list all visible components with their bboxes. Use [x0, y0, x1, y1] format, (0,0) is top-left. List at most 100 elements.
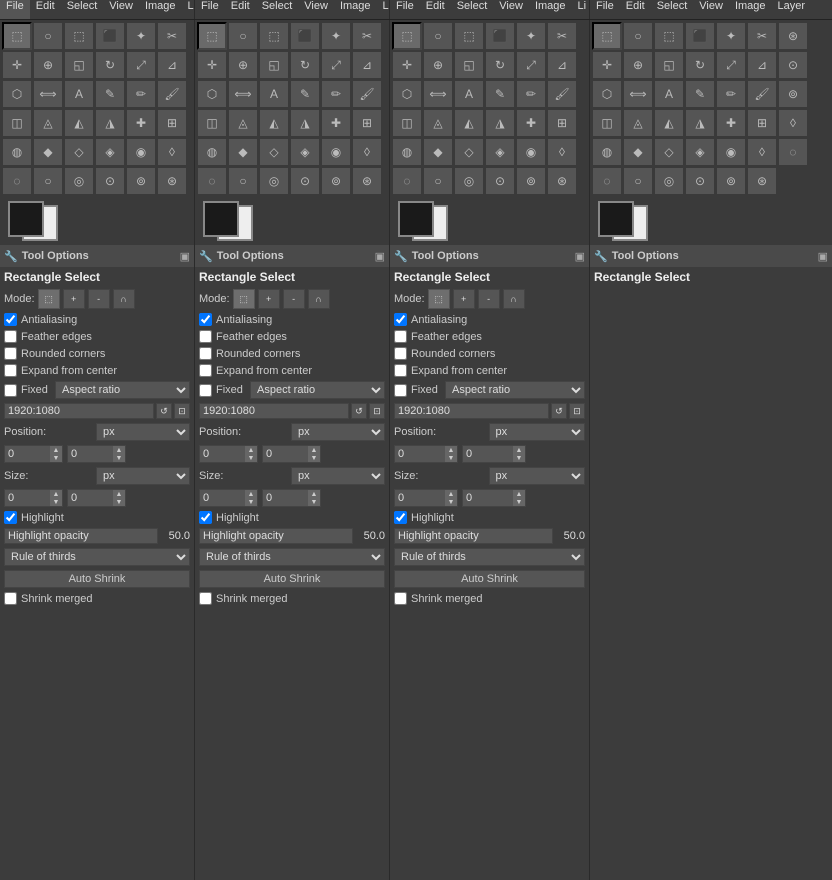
tool2-scissors[interactable]: ✂	[352, 22, 382, 50]
feather-check-3[interactable]	[394, 330, 407, 343]
tool3-sharpen[interactable]: ◆	[423, 138, 453, 166]
tool4-rect-select[interactable]: ⬚	[592, 22, 622, 50]
tool3-pencil2[interactable]: ◎	[454, 167, 484, 195]
size3-y-down[interactable]: ▼	[513, 498, 525, 506]
tool4-paint[interactable]: 🖌	[747, 80, 777, 108]
guide-select-3[interactable]: Rule of thirds	[394, 548, 585, 566]
shrink-merged-check-3[interactable]	[394, 592, 407, 605]
tool2-color[interactable]: ✦	[321, 22, 351, 50]
guide-select-1[interactable]: Rule of thirds	[4, 548, 190, 566]
auto-shrink-btn-2[interactable]: Auto Shrink	[199, 570, 385, 588]
mode3-replace[interactable]: ⬚	[428, 289, 450, 309]
tool-pencil2[interactable]: ◎	[64, 167, 94, 195]
tool4-persp-clone[interactable]: ⊞	[747, 109, 777, 137]
menu-image-4[interactable]: Image	[729, 0, 772, 19]
tool3-picker[interactable]: ⊚	[516, 167, 546, 195]
tool2-flip[interactable]: ⟺	[228, 80, 258, 108]
tool-free-select[interactable]: ⬚	[64, 22, 94, 50]
tool-rect-select[interactable]: ⬚	[2, 22, 32, 50]
tool4-extra3[interactable]: ⊚	[778, 80, 808, 108]
tool2-text[interactable]: A	[259, 80, 289, 108]
tool2-align[interactable]: ⊕	[228, 51, 258, 79]
size3-y-up[interactable]: ▲	[513, 490, 525, 498]
tool2-bucket[interactable]: ◌	[197, 167, 227, 195]
auto-shrink-btn-3[interactable]: Auto Shrink	[394, 570, 585, 588]
tool2-free[interactable]: ⬚	[259, 22, 289, 50]
pos3-y-down[interactable]: ▼	[513, 454, 525, 462]
menu-edit-3[interactable]: Edit	[420, 0, 451, 19]
tool4-free[interactable]: ⬚	[654, 22, 684, 50]
tool2-measure[interactable]: ⊙	[290, 167, 320, 195]
wh-input-2[interactable]	[199, 403, 349, 419]
tool4-zoom[interactable]: ⊛	[747, 167, 777, 195]
tool-select-by-color[interactable]: ✦	[126, 22, 156, 50]
tool4-ellipse[interactable]: ○	[623, 22, 653, 50]
fg-color-3[interactable]	[398, 201, 434, 237]
feather-check-1[interactable]	[4, 330, 17, 343]
tool4-text[interactable]: A	[654, 80, 684, 108]
aspect-select-3[interactable]: Aspect ratio	[445, 381, 585, 399]
size-x-up-1[interactable]: ▲	[50, 490, 62, 498]
fg-color-4[interactable]	[598, 201, 634, 237]
tool4-scale[interactable]: ⤢	[716, 51, 746, 79]
pos2-y-up[interactable]: ▲	[308, 446, 320, 454]
tool3-crop[interactable]: ◱	[454, 51, 484, 79]
tool3-smudge[interactable]: ◇	[454, 138, 484, 166]
pos-y-input-2[interactable]	[263, 447, 308, 461]
tool2-airbrush[interactable]: ◬	[228, 109, 258, 137]
menu-image-1[interactable]: Image	[139, 0, 182, 19]
tool2-paint[interactable]: 🖌	[352, 80, 382, 108]
tool-bucket[interactable]: ◌	[2, 167, 32, 195]
antialiasing-check-1[interactable]	[4, 313, 17, 326]
size2-x-down[interactable]: ▼	[245, 498, 257, 506]
tool4-path[interactable]: ✎	[685, 80, 715, 108]
pos-x-input-2[interactable]	[200, 447, 245, 461]
size3-x-down[interactable]: ▼	[445, 498, 457, 506]
tool4-extra2[interactable]: ⊙	[778, 51, 808, 79]
size-y-up-1[interactable]: ▲	[113, 490, 125, 498]
menu-edit-4[interactable]: Edit	[620, 0, 651, 19]
tool4-rotate[interactable]: ↻	[685, 51, 715, 79]
menu-view-3[interactable]: View	[493, 0, 529, 19]
tool-rotate[interactable]: ↻	[95, 51, 125, 79]
wh-input-3[interactable]	[394, 403, 549, 419]
tool-shear[interactable]: ⊿	[157, 51, 187, 79]
size-x-input-1[interactable]	[5, 491, 50, 505]
pos2-x-up[interactable]: ▲	[245, 446, 257, 454]
tool2-clone[interactable]: ◮	[290, 109, 320, 137]
tool-options-close-4[interactable]: ▣	[818, 250, 828, 263]
tool-burn[interactable]: ◉	[126, 138, 156, 166]
size-px-select-1[interactable]: px	[96, 467, 190, 485]
wh-copy-2[interactable]: ⊡	[369, 403, 385, 419]
tool2-fuzzy[interactable]: ⬛	[290, 22, 320, 50]
menu-layer-4[interactable]: Layer	[772, 0, 812, 19]
menu-edit-2[interactable]: Edit	[225, 0, 256, 19]
size2-x-up[interactable]: ▲	[245, 490, 257, 498]
tool4-measure[interactable]: ⊙	[685, 167, 715, 195]
mode2-int[interactable]: ∩	[308, 289, 330, 309]
menu-file-1[interactable]: File	[0, 0, 30, 19]
tool-blur[interactable]: ◍	[2, 138, 32, 166]
fixed-check-2[interactable]	[199, 384, 212, 397]
menu-view-1[interactable]: View	[103, 0, 139, 19]
tool3-dodge[interactable]: ◈	[485, 138, 515, 166]
tool2-rect-select[interactable]: ⬚	[197, 22, 227, 50]
size3-x-up[interactable]: ▲	[445, 490, 457, 498]
tool4-airbrush[interactable]: ◬	[623, 109, 653, 137]
tool4-desat[interactable]: ◊	[747, 138, 777, 166]
tool2-picker[interactable]: ⊚	[321, 167, 351, 195]
mode-add-1[interactable]: +	[63, 289, 85, 309]
tool3-heal[interactable]: ✚	[516, 109, 546, 137]
tool4-blend[interactable]: ○	[623, 167, 653, 195]
tool4-color[interactable]: ✦	[716, 22, 746, 50]
tool4-eraser[interactable]: ◫	[592, 109, 622, 137]
tool-desaturate[interactable]: ◊	[157, 138, 187, 166]
tool2-shear[interactable]: ⊿	[352, 51, 382, 79]
tool4-pencil[interactable]: ✏	[716, 80, 746, 108]
px-select-3[interactable]: px	[489, 423, 586, 441]
tool4-crop[interactable]: ◱	[654, 51, 684, 79]
tool4-ink[interactable]: ◭	[654, 109, 684, 137]
tool4-fuzzy[interactable]: ⬛	[685, 22, 715, 50]
size-px-2[interactable]: px	[291, 467, 385, 485]
tool2-desat[interactable]: ◊	[352, 138, 382, 166]
